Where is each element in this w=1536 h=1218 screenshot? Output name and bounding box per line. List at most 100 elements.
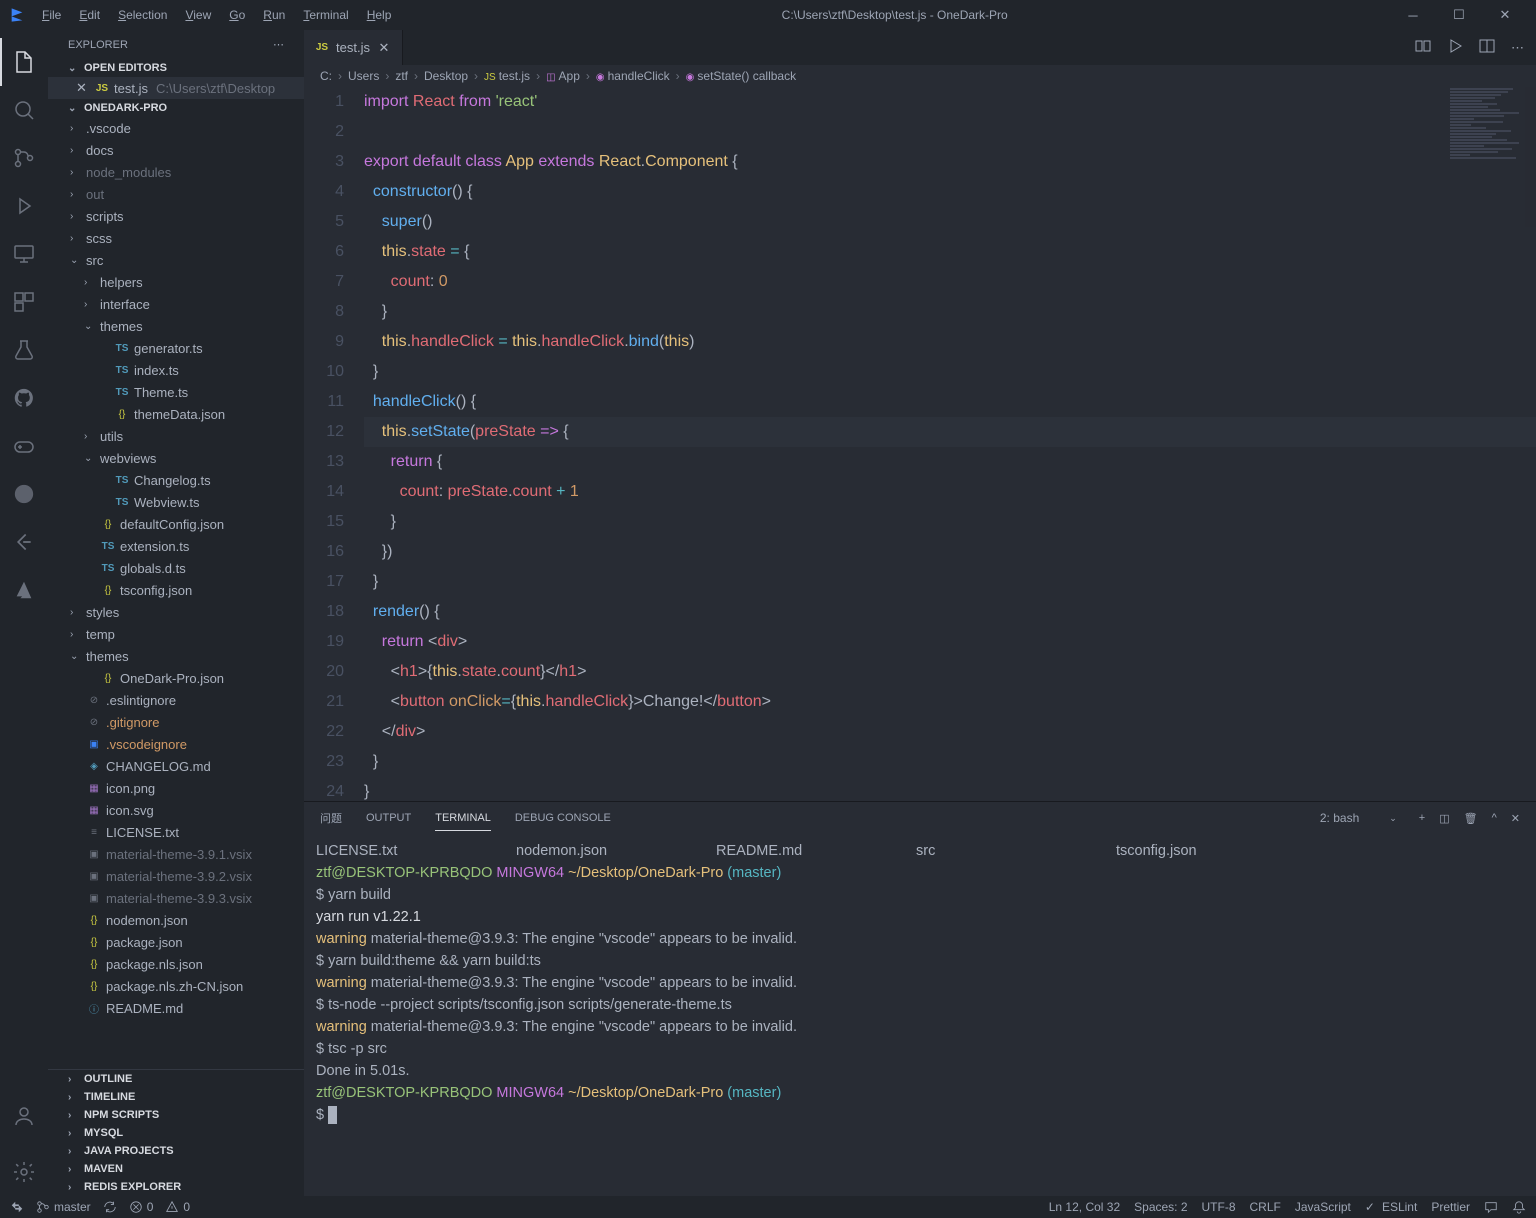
kill-terminal-icon[interactable]: 🗑 bbox=[1464, 812, 1478, 825]
editor-tab[interactable]: JS test.js ✕ bbox=[304, 30, 403, 65]
maven-section[interactable]: ›MAVEN bbox=[48, 1160, 304, 1178]
menu-go[interactable]: Go bbox=[221, 4, 253, 26]
redis-section[interactable]: ›REDIS EXPLORER bbox=[48, 1178, 304, 1196]
feedback-icon[interactable] bbox=[1484, 1200, 1498, 1214]
open-editor-item[interactable]: ✕ JS test.js C:\Users\ztf\Desktop bbox=[48, 77, 304, 99]
file-item[interactable]: ▦icon.png bbox=[48, 777, 304, 799]
breadcrumb-item[interactable]: C: bbox=[320, 69, 332, 83]
panel-tab-问题[interactable]: 问题 bbox=[320, 804, 342, 832]
file-item[interactable]: {}package.json bbox=[48, 931, 304, 953]
errors-indicator[interactable]: 0 bbox=[129, 1200, 154, 1214]
settings-gear-icon[interactable] bbox=[0, 1148, 48, 1196]
breadcrumb[interactable]: C:›Users›ztf›Desktop›JStest.js›◫App›◉han… bbox=[304, 65, 1536, 87]
folder-item[interactable]: ›node_modules bbox=[48, 161, 304, 183]
open-editors-section[interactable]: ⌄OPEN EDITORS bbox=[48, 59, 304, 77]
breadcrumb-item[interactable]: ◉setState() callback bbox=[686, 69, 796, 83]
breadcrumb-item[interactable]: ◉handleClick bbox=[596, 69, 670, 83]
eol-indicator[interactable]: CRLF bbox=[1250, 1200, 1281, 1214]
breadcrumb-item[interactable]: Desktop bbox=[424, 69, 468, 83]
folder-item[interactable]: ›interface bbox=[48, 293, 304, 315]
code-editor[interactable]: 123456789101112131415161718192021222324 … bbox=[304, 87, 1536, 801]
folder-item[interactable]: ›out bbox=[48, 183, 304, 205]
file-item[interactable]: ⓘREADME.md bbox=[48, 997, 304, 1019]
split-icon[interactable] bbox=[1479, 38, 1495, 57]
account-icon[interactable] bbox=[0, 1092, 48, 1140]
panel-tab-output[interactable]: OUTPUT bbox=[366, 806, 411, 830]
remote-explorer-icon[interactable] bbox=[0, 230, 48, 278]
folder-item[interactable]: ›utils bbox=[48, 425, 304, 447]
cursor-position[interactable]: Ln 12, Col 32 bbox=[1049, 1200, 1120, 1214]
run-icon[interactable] bbox=[1447, 38, 1463, 57]
breadcrumb-item[interactable]: ◫App bbox=[546, 69, 580, 83]
new-terminal-icon[interactable]: + bbox=[1419, 812, 1425, 824]
branch-indicator[interactable]: master bbox=[36, 1200, 91, 1214]
menu-edit[interactable]: Edit bbox=[71, 4, 108, 26]
compare-icon[interactable] bbox=[1415, 38, 1431, 57]
menu-selection[interactable]: Selection bbox=[110, 4, 175, 26]
tab-close-icon[interactable]: ✕ bbox=[376, 40, 392, 56]
panel-tab-terminal[interactable]: TERMINAL bbox=[435, 806, 491, 831]
more-icon[interactable]: ⋯ bbox=[1511, 40, 1524, 56]
language-indicator[interactable]: JavaScript bbox=[1295, 1200, 1351, 1214]
encoding-indicator[interactable]: UTF-8 bbox=[1202, 1200, 1236, 1214]
azure-icon[interactable] bbox=[0, 566, 48, 614]
project-section[interactable]: ⌄ONEDARK-PRO bbox=[48, 99, 304, 117]
bell-icon[interactable] bbox=[1512, 1200, 1526, 1214]
prettier-indicator[interactable]: Prettier bbox=[1431, 1200, 1470, 1214]
menu-help[interactable]: Help bbox=[359, 4, 400, 26]
folder-item[interactable]: ⌄themes bbox=[48, 315, 304, 337]
indent-indicator[interactable]: Spaces: 2 bbox=[1134, 1200, 1187, 1214]
file-item[interactable]: TSglobals.d.ts bbox=[48, 557, 304, 579]
file-item[interactable]: TSindex.ts bbox=[48, 359, 304, 381]
folder-item[interactable]: ⌄webviews bbox=[48, 447, 304, 469]
folder-item[interactable]: ›scripts bbox=[48, 205, 304, 227]
source-control-icon[interactable] bbox=[0, 134, 48, 182]
test-icon[interactable] bbox=[0, 326, 48, 374]
eslint-indicator[interactable]: ✓ESLint bbox=[1365, 1200, 1417, 1214]
file-item[interactable]: ▣material-theme-3.9.3.vsix bbox=[48, 887, 304, 909]
folder-item[interactable]: ›temp bbox=[48, 623, 304, 645]
mysql-section[interactable]: ›MYSQL bbox=[48, 1124, 304, 1142]
folder-item[interactable]: ›scss bbox=[48, 227, 304, 249]
sidebar-more-icon[interactable]: ⋯ bbox=[273, 38, 284, 51]
run-debug-icon[interactable] bbox=[0, 182, 48, 230]
menu-file[interactable]: File bbox=[34, 4, 69, 26]
terminal[interactable]: LICENSE.txtnodemon.jsonREADME.mdsrctscon… bbox=[304, 834, 1536, 1196]
timeline-section[interactable]: ›TIMELINE bbox=[48, 1088, 304, 1106]
file-item[interactable]: {}nodemon.json bbox=[48, 909, 304, 931]
file-item[interactable]: TSWebview.ts bbox=[48, 491, 304, 513]
menu-view[interactable]: View bbox=[177, 4, 219, 26]
search-icon[interactable] bbox=[0, 86, 48, 134]
github-icon[interactable] bbox=[0, 374, 48, 422]
file-item[interactable]: ⊘.gitignore bbox=[48, 711, 304, 733]
explorer-icon[interactable] bbox=[0, 38, 48, 86]
menu-run[interactable]: Run bbox=[255, 4, 293, 26]
folder-item[interactable]: ›docs bbox=[48, 139, 304, 161]
close-panel-icon[interactable]: ✕ bbox=[1511, 812, 1520, 825]
file-item[interactable]: {}themeData.json bbox=[48, 403, 304, 425]
file-item[interactable]: {}tsconfig.json bbox=[48, 579, 304, 601]
file-item[interactable]: TSextension.ts bbox=[48, 535, 304, 557]
edge-icon[interactable] bbox=[0, 470, 48, 518]
java-section[interactable]: ›JAVA PROJECTS bbox=[48, 1142, 304, 1160]
folder-item[interactable]: ⌄src bbox=[48, 249, 304, 271]
file-item[interactable]: TSTheme.ts bbox=[48, 381, 304, 403]
maximize-panel-icon[interactable]: ^ bbox=[1492, 812, 1497, 824]
terminal-selector[interactable]: 2: bash ⌄ bbox=[1312, 809, 1405, 827]
warnings-indicator[interactable]: 0 bbox=[165, 1200, 190, 1214]
minimap[interactable] bbox=[1446, 87, 1536, 227]
breadcrumb-item[interactable]: Users bbox=[348, 69, 379, 83]
folder-item[interactable]: ›.vscode bbox=[48, 117, 304, 139]
folder-item[interactable]: ›styles bbox=[48, 601, 304, 623]
menu-terminal[interactable]: Terminal bbox=[295, 4, 356, 26]
file-item[interactable]: ▣material-theme-3.9.2.vsix bbox=[48, 865, 304, 887]
remote-icon[interactable] bbox=[10, 1200, 24, 1214]
minimize-button[interactable]: ─ bbox=[1390, 0, 1436, 30]
folder-item[interactable]: ⌄themes bbox=[48, 645, 304, 667]
leetcode-icon[interactable] bbox=[0, 518, 48, 566]
controller-icon[interactable] bbox=[0, 422, 48, 470]
extensions-icon[interactable] bbox=[0, 278, 48, 326]
breadcrumb-item[interactable]: JStest.js bbox=[484, 69, 530, 83]
file-item[interactable]: ◈CHANGELOG.md bbox=[48, 755, 304, 777]
file-item[interactable]: ≡LICENSE.txt bbox=[48, 821, 304, 843]
